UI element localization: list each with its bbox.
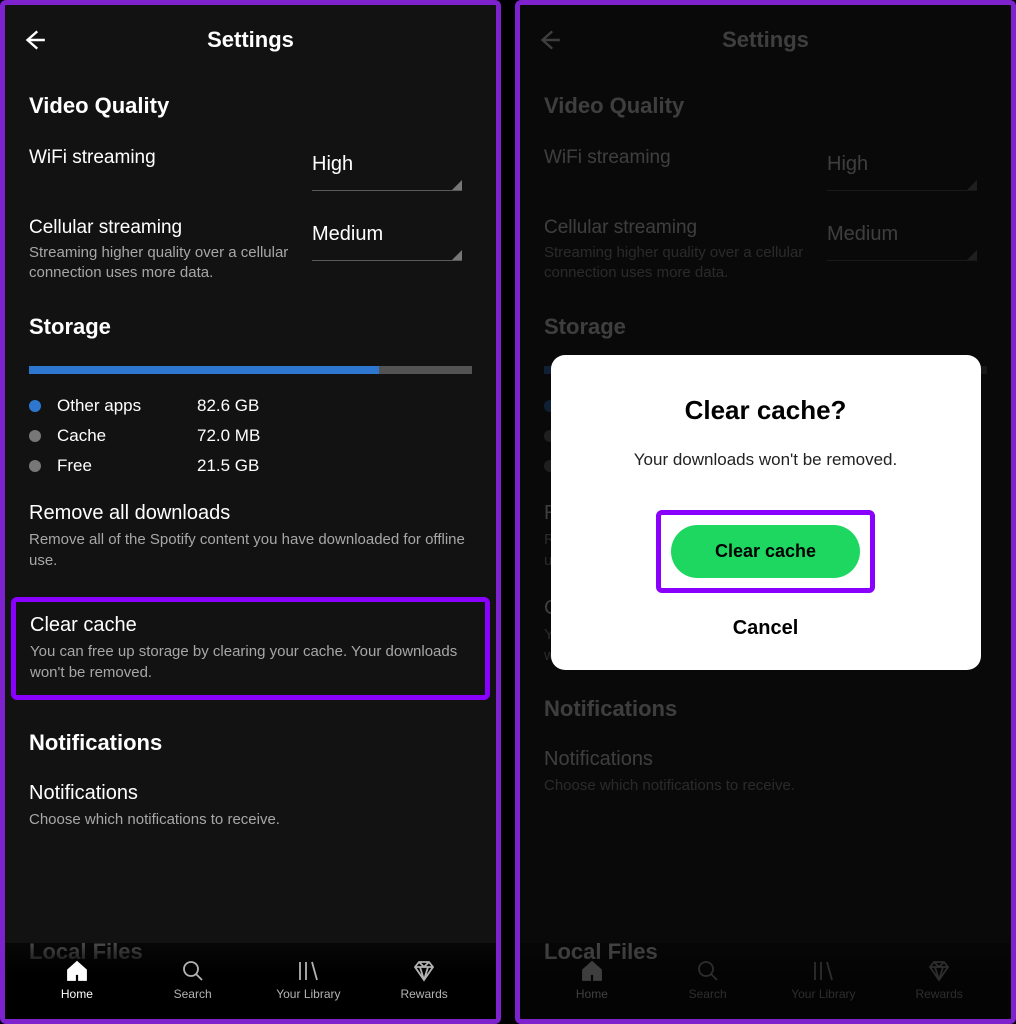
settings-content: Video Quality WiFi streaming High Cellul… [5, 75, 496, 943]
remove-downloads-item[interactable]: Remove all downloads Remove all of the S… [29, 502, 472, 571]
video-quality-heading: Video Quality [29, 93, 472, 119]
dot-icon [29, 400, 41, 412]
tab-library[interactable]: Your Library [251, 959, 367, 1001]
cellular-streaming-row: Cellular streaming Streaming higher qual… [29, 217, 472, 284]
search-icon [181, 959, 205, 983]
cellular-streaming-sub: Streaming higher quality over a cellular… [29, 243, 298, 284]
dialog-overlay[interactable]: Clear cache? Your downloads won't be rem… [520, 5, 1011, 1019]
storage-heading: Storage [29, 314, 472, 340]
tab-rewards[interactable]: Rewards [366, 959, 482, 1001]
legend-free: Free 21.5 GB [29, 456, 472, 476]
notifications-heading: Notifications [29, 730, 472, 756]
dialog-confirm-highlight: Clear cache [656, 510, 875, 593]
legend-other-apps: Other apps 82.6 GB [29, 396, 472, 416]
settings-screen-left: Settings Video Quality WiFi streaming Hi… [0, 0, 501, 1024]
legend-cache: Cache 72.0 MB [29, 426, 472, 446]
wifi-streaming-row: WiFi streaming High [29, 147, 472, 191]
notifications-item[interactable]: Notifications Choose which notifications… [29, 782, 472, 830]
settings-screen-right: Settings Video Quality WiFi streaming Hi… [515, 0, 1016, 1024]
bottom-tabbar: Home Search Your Library Rewards [5, 943, 496, 1019]
cellular-streaming-label: Cellular streaming [29, 217, 298, 239]
clear-cache-dialog: Clear cache? Your downloads won't be rem… [551, 355, 981, 670]
page-title: Settings [19, 27, 482, 53]
dot-icon [29, 460, 41, 472]
tab-search[interactable]: Search [135, 959, 251, 1001]
library-icon [296, 959, 320, 983]
dot-icon [29, 430, 41, 442]
diamond-icon [412, 959, 436, 983]
dialog-message: Your downloads won't be removed. [581, 450, 951, 470]
home-icon [65, 959, 89, 983]
dialog-title: Clear cache? [581, 395, 951, 426]
clear-cache-item[interactable]: Clear cache You can free up storage by c… [11, 597, 490, 700]
dialog-cancel-button[interactable]: Cancel [733, 617, 799, 640]
wifi-streaming-label: WiFi streaming [29, 147, 298, 169]
header: Settings [5, 5, 496, 75]
cellular-streaming-select[interactable]: Medium [312, 217, 462, 261]
wifi-streaming-select[interactable]: High [312, 147, 462, 191]
clear-cache-confirm-button[interactable]: Clear cache [671, 525, 860, 578]
tab-home[interactable]: Home [19, 959, 135, 1001]
storage-bar [29, 366, 472, 374]
